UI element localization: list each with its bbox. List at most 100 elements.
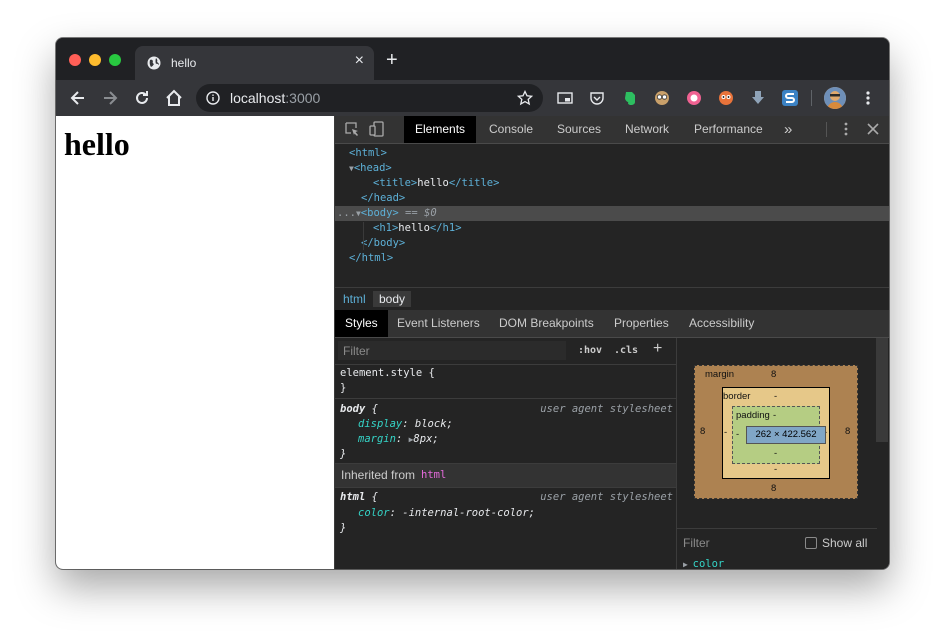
info-icon[interactable] bbox=[206, 91, 220, 105]
box-model-padding[interactable]: padding - - - - 262 × 422.562 bbox=[732, 406, 826, 464]
margin-colon: : bbox=[395, 433, 409, 445]
tab-sources[interactable]: Sources bbox=[557, 116, 601, 143]
new-tab-button[interactable]: + bbox=[386, 50, 398, 70]
expand-arrow-icon[interactable]: ▶ bbox=[683, 560, 693, 569]
class-toggle[interactable]: .cls bbox=[614, 345, 638, 356]
close-window-button[interactable] bbox=[69, 54, 81, 66]
profile-avatar[interactable] bbox=[824, 87, 846, 109]
close-tab-icon[interactable]: × bbox=[355, 52, 364, 70]
tree-node-body[interactable]: ...▼<body> == $0 bbox=[335, 206, 889, 221]
breadcrumb-html[interactable]: html bbox=[337, 291, 372, 307]
body-selector[interactable]: body bbox=[340, 403, 365, 415]
h1-close-tag: </h1> bbox=[429, 222, 462, 234]
maximize-window-button[interactable] bbox=[109, 54, 121, 66]
show-all-checkbox[interactable] bbox=[805, 537, 817, 549]
download-arrow-icon[interactable] bbox=[750, 90, 766, 106]
margin-bottom-value[interactable]: 8 bbox=[771, 483, 776, 494]
tree-guide-line bbox=[363, 222, 364, 250]
display-property: display bbox=[358, 418, 403, 430]
padding-bottom-value[interactable]: - bbox=[774, 448, 777, 459]
html-selector[interactable]: html bbox=[340, 491, 365, 503]
breadcrumb-body[interactable]: body bbox=[373, 291, 412, 307]
padding-top-value[interactable]: - bbox=[773, 410, 776, 421]
tab-accessibility[interactable]: Accessibility bbox=[689, 310, 754, 337]
tab-styles[interactable]: Styles bbox=[335, 310, 388, 337]
styles-filter-input[interactable] bbox=[338, 341, 566, 360]
tab-elements[interactable]: Elements bbox=[404, 116, 477, 143]
margin-top-value[interactable]: 8 bbox=[771, 369, 776, 380]
browser-tab[interactable]: hello × bbox=[135, 46, 374, 80]
minimize-window-button[interactable] bbox=[89, 54, 101, 66]
tree-node-head-close[interactable]: </head> bbox=[335, 191, 889, 206]
tab-performance[interactable]: Performance bbox=[694, 116, 763, 143]
computed-filter-input[interactable]: Filter bbox=[683, 536, 710, 550]
bookmark-star-icon[interactable] bbox=[517, 90, 533, 106]
tree-node-h1[interactable]: <h1>hello</h1> bbox=[335, 221, 889, 236]
owl-extension-icon[interactable] bbox=[718, 90, 734, 106]
tree-node-html-close[interactable]: </html> bbox=[335, 251, 889, 266]
hover-state-toggle[interactable]: :hov bbox=[578, 345, 602, 356]
device-toolbar-icon[interactable] bbox=[369, 121, 385, 137]
home-icon[interactable] bbox=[164, 88, 184, 108]
new-style-rule-button[interactable]: + bbox=[653, 340, 662, 358]
margin-left-value[interactable]: 8 bbox=[700, 426, 705, 437]
picture-in-picture-icon[interactable] bbox=[557, 90, 573, 106]
border-bottom-value[interactable]: - bbox=[774, 464, 777, 475]
color-property: color bbox=[358, 507, 390, 519]
inherited-from-html-link[interactable]: html bbox=[421, 469, 446, 481]
color-declaration[interactable]: color: -internal-root-color; bbox=[358, 506, 535, 521]
tab-properties[interactable]: Properties bbox=[614, 310, 669, 337]
box-model-margin[interactable]: margin 8 8 8 8 border - - - - padding - … bbox=[694, 365, 858, 499]
url-port: :3000 bbox=[285, 90, 321, 106]
margin-declaration[interactable]: margin: ▶8px; bbox=[358, 432, 439, 447]
display-value: : block; bbox=[402, 418, 453, 430]
tab-event-listeners[interactable]: Event Listeners bbox=[397, 310, 480, 337]
close-devtools-icon[interactable] bbox=[865, 121, 881, 137]
rule-divider bbox=[335, 398, 676, 399]
body-close-brace: } bbox=[340, 448, 347, 460]
tab-network[interactable]: Network bbox=[625, 116, 669, 143]
donut-extension-icon[interactable] bbox=[686, 90, 702, 106]
pocket-icon[interactable] bbox=[589, 90, 605, 106]
browser-menu-icon[interactable] bbox=[861, 89, 875, 107]
body-close-tag: </body> bbox=[361, 237, 406, 249]
html-open-brace: { bbox=[365, 491, 378, 503]
back-arrow-icon[interactable] bbox=[68, 88, 88, 108]
node-actions-ellipsis[interactable]: ... bbox=[337, 207, 356, 219]
tree-node-body-close[interactable]: </body> bbox=[335, 236, 889, 251]
display-declaration[interactable]: display: block; bbox=[358, 417, 453, 432]
devtools-menu-icon[interactable] bbox=[838, 121, 854, 137]
glasses-extension-icon[interactable] bbox=[654, 90, 670, 106]
tree-node-head[interactable]: ▼<head> bbox=[335, 161, 889, 176]
url-text[interactable]: localhost:3000 bbox=[230, 90, 320, 106]
computed-property-color[interactable]: ▶ color bbox=[683, 558, 724, 569]
devtools-tab-bar: Elements Console Sources Network Perform… bbox=[335, 116, 889, 144]
border-left-value[interactable]: - bbox=[724, 427, 727, 438]
margin-right-value[interactable]: 8 bbox=[845, 426, 850, 437]
border-top-value[interactable]: - bbox=[774, 391, 777, 402]
box-model-pane: margin 8 8 8 8 border - - - - padding - … bbox=[677, 338, 889, 569]
more-tabs-button[interactable]: » bbox=[784, 116, 792, 143]
user-agent-stylesheet-link[interactable]: user agent stylesheet bbox=[540, 402, 673, 417]
forward-arrow-icon[interactable] bbox=[100, 88, 120, 108]
address-bar[interactable]: localhost:3000 bbox=[196, 84, 543, 112]
body-open-tag: <body> bbox=[360, 207, 399, 219]
element-style-rule[interactable]: element.style { bbox=[340, 366, 435, 381]
computed-color-name: color bbox=[692, 558, 725, 569]
box-model-border[interactable]: border - - - - padding - - - - 262 × 422… bbox=[722, 387, 830, 479]
browser-window: hello × + localhost:3000 hello Elements … bbox=[56, 38, 889, 569]
box-model-scrollbar[interactable] bbox=[876, 338, 888, 442]
devtools-panel: Elements Console Sources Network Perform… bbox=[334, 116, 889, 569]
tab-dom-breakpoints[interactable]: DOM Breakpoints bbox=[499, 310, 594, 337]
inspect-element-icon[interactable] bbox=[344, 121, 360, 137]
padding-left-value[interactable]: - bbox=[736, 429, 739, 440]
element-style-close: } bbox=[340, 382, 347, 394]
tree-node-title[interactable]: <title>hello</title> bbox=[335, 176, 889, 191]
evernote-icon[interactable] bbox=[622, 90, 638, 106]
box-model-content-size[interactable]: 262 × 422.562 bbox=[746, 426, 826, 444]
tab-console[interactable]: Console bbox=[489, 116, 533, 143]
user-agent-stylesheet-link[interactable]: user agent stylesheet bbox=[540, 490, 673, 505]
reload-icon[interactable] bbox=[132, 88, 152, 108]
s-extension-icon[interactable] bbox=[782, 90, 798, 106]
tree-node-html[interactable]: <html> bbox=[335, 146, 889, 161]
